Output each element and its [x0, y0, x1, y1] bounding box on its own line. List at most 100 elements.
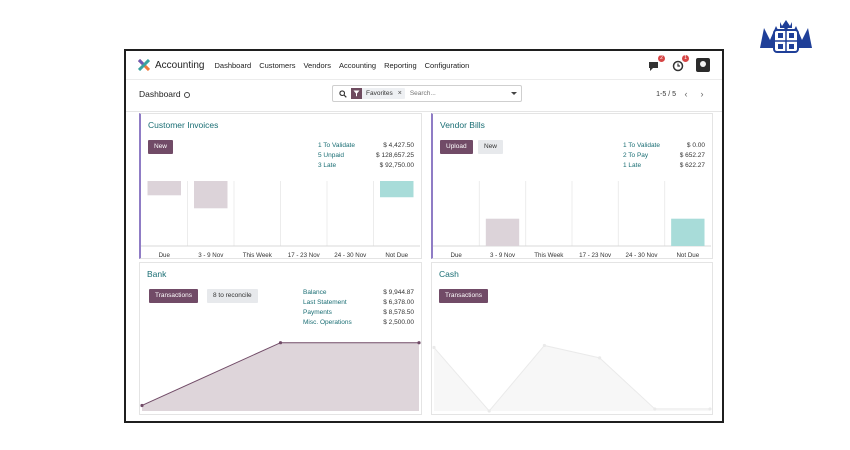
- bill-stats: 1 To Validate $ 0.00 2 To Pay $ 652.27 1 L…: [623, 141, 705, 171]
- pager-next-icon[interactable]: ›: [696, 88, 708, 100]
- stat-value: $ 622.27: [679, 162, 705, 169]
- chat-icon: [649, 62, 658, 71]
- stat-misc-operations[interactable]: Misc. Operations: [303, 318, 352, 328]
- tick-label: Not Due: [385, 252, 408, 259]
- bar-3-9-nov: [194, 181, 228, 209]
- area-fill: [434, 345, 710, 411]
- tick-label: 17 - 23 Nov: [288, 252, 321, 259]
- menu-vendors[interactable]: Vendors: [303, 61, 331, 70]
- pager: 1-5 / 5 ‹ ›: [656, 88, 708, 100]
- tick-label: Due: [450, 252, 462, 259]
- stat-row: 1 To Validate $ 4,427.50: [318, 141, 414, 151]
- bar-not-due: [380, 181, 414, 198]
- tick-label: This Week: [243, 252, 273, 259]
- data-point: [432, 345, 436, 350]
- vendor-bills-panel: Vendor Bills Upload New 1 To Validate $ 0…: [431, 113, 713, 259]
- chevron-down-icon[interactable]: [511, 92, 517, 95]
- data-point: [278, 341, 283, 345]
- pager-previous-icon[interactable]: ‹: [680, 88, 692, 100]
- bar-3-9-nov: [485, 218, 520, 246]
- bar-not-due: [671, 218, 705, 246]
- clock-icon: [672, 60, 684, 72]
- stat-value: $ 2,500.00: [383, 319, 414, 326]
- menu-accounting[interactable]: Accounting: [339, 61, 376, 70]
- menu-reporting[interactable]: Reporting: [384, 61, 417, 70]
- tick-label: 24 - 30 Nov: [334, 252, 367, 259]
- company-logo: [760, 20, 812, 53]
- panel-title[interactable]: Customer Invoices: [148, 120, 218, 130]
- tick-label: 3 - 9 Nov: [490, 252, 516, 259]
- stat-unpaid[interactable]: 5 Unpaid: [318, 151, 344, 161]
- tick-label: 24 - 30 Nov: [626, 252, 659, 259]
- stat-row: Payments $ 8,578.50: [303, 308, 414, 318]
- stat-value: $ 92,750.00: [379, 162, 414, 169]
- new-invoice-button[interactable]: New: [148, 140, 174, 154]
- panel-title[interactable]: Bank: [147, 269, 166, 279]
- cash-transactions-button[interactable]: Transactions: [439, 289, 488, 303]
- menu-customers[interactable]: Customers: [259, 61, 295, 70]
- bank-transactions-button[interactable]: Transactions: [149, 289, 198, 303]
- invoice-stats: 1 To Validate $ 4,427.50 5 Unpaid $ 128,65…: [318, 141, 414, 171]
- stat-to-validate[interactable]: 1 To Validate: [623, 141, 660, 151]
- search-bar[interactable]: Favorites ×: [332, 85, 522, 102]
- stat-to-validate[interactable]: 1 To Validate: [318, 141, 355, 151]
- facet-label: Favorites: [366, 90, 393, 97]
- search-input[interactable]: [404, 88, 490, 99]
- bar-due: [147, 181, 181, 196]
- data-point: [598, 356, 602, 360]
- activities-badge: 1: [682, 55, 689, 62]
- bank-panel: Bank Transactions 8 to reconcile Balance…: [139, 262, 422, 415]
- stat-late[interactable]: 3 Late: [318, 161, 336, 171]
- gear-icon[interactable]: [183, 92, 190, 98]
- cash-balance-chart: [432, 343, 712, 413]
- data-point: [140, 403, 144, 408]
- stat-row: 2 To Pay $ 652.27: [623, 151, 705, 161]
- app-name[interactable]: Accounting: [155, 60, 204, 71]
- bank-balance-chart: [140, 341, 421, 411]
- stat-row: 1 To Validate $ 0.00: [623, 141, 705, 151]
- activities-button[interactable]: 1: [672, 55, 689, 72]
- search-icon[interactable]: [336, 87, 349, 100]
- tick-label: This Week: [534, 252, 564, 259]
- stat-row: Balance $ 9,944.87: [303, 288, 414, 298]
- stat-row: 5 Unpaid $ 128,657.25: [318, 151, 414, 161]
- reconcile-button[interactable]: 8 to reconcile: [207, 289, 258, 303]
- panel-title[interactable]: Cash: [439, 269, 459, 279]
- favorites-facet[interactable]: Favorites ×: [351, 88, 405, 99]
- stat-last-statement[interactable]: Last Statement: [303, 298, 347, 308]
- data-point: [417, 341, 421, 345]
- menu-dashboard[interactable]: Dashboard: [214, 61, 251, 70]
- stat-value: $ 6,378.00: [383, 299, 414, 306]
- stat-value: $ 4,427.50: [383, 142, 414, 149]
- stat-value: $ 652.27: [679, 152, 705, 159]
- stat-row: 1 Late $ 622.27: [623, 161, 705, 171]
- stat-payments[interactable]: Payments: [303, 308, 332, 318]
- data-point: [653, 407, 657, 411]
- top-navbar: Accounting Dashboard Customers Vendors A…: [126, 51, 722, 80]
- stat-row: Misc. Operations $ 2,500.00: [303, 318, 414, 328]
- new-bill-button[interactable]: New: [478, 140, 504, 154]
- stat-late[interactable]: 1 Late: [623, 161, 641, 171]
- bills-bar-chart: Due 3 - 9 Nov This Week 17 - 23 Nov 24 - 30 …: [433, 181, 711, 259]
- panel-title[interactable]: Vendor Bills: [440, 120, 485, 130]
- control-panel: Dashboard Favorites × 1-5 / 5 ‹ ›: [126, 79, 722, 112]
- menu-configuration[interactable]: Configuration: [425, 61, 470, 70]
- messages-badge: 2: [658, 55, 665, 62]
- stat-row: 3 Late $ 92,750.00: [318, 161, 414, 171]
- data-point: [487, 409, 491, 413]
- stat-balance[interactable]: Balance: [303, 288, 327, 298]
- tick-label: 3 - 9 Nov: [198, 252, 224, 259]
- area-fill: [142, 342, 419, 411]
- messages-button[interactable]: 2: [648, 55, 665, 71]
- pager-value[interactable]: 1-5 / 5: [656, 91, 676, 98]
- user-avatar[interactable]: [696, 58, 710, 72]
- stat-value: $ 8,578.50: [383, 309, 414, 316]
- accounting-logo-icon[interactable]: [138, 59, 150, 71]
- stat-value: $ 9,944.87: [383, 289, 414, 296]
- upload-bill-button[interactable]: Upload: [440, 140, 473, 154]
- remove-facet-icon[interactable]: ×: [398, 90, 402, 97]
- data-point: [708, 407, 712, 411]
- filter-icon: [351, 88, 362, 99]
- page-title: Dashboard: [139, 89, 181, 99]
- stat-to-pay[interactable]: 2 To Pay: [623, 151, 648, 161]
